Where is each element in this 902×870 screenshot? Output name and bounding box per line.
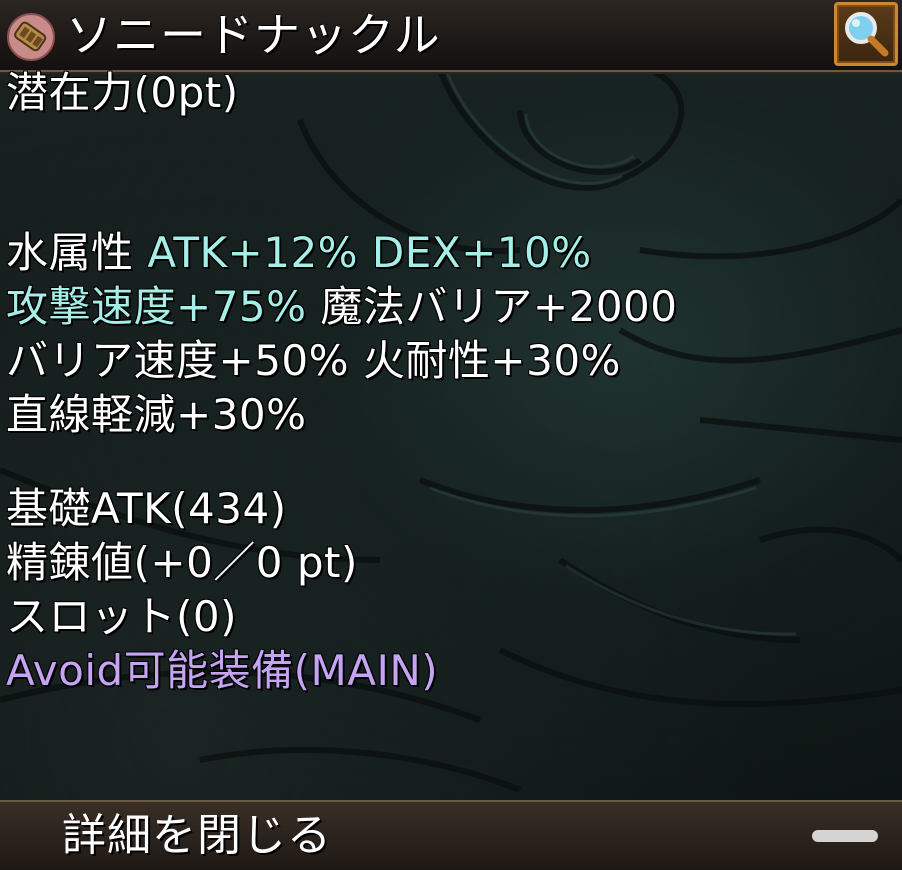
attack-speed: 攻撃速度+75% [6, 282, 307, 331]
knuckle-gauntlet-icon [7, 13, 55, 61]
refine-value: 精錬値(+0／0 pt) [6, 538, 358, 587]
magnifier-icon [845, 12, 889, 57]
item-name: ソニードナックル [66, 8, 441, 62]
element-stats-row: 水属性 ATK+12% DEX+10% [6, 224, 592, 282]
element-label: 水属性 [6, 228, 134, 277]
barrier-resist-row: バリア速度+50% 火耐性+30% [6, 332, 621, 390]
inspect-button[interactable] [834, 2, 898, 66]
close-details-label: 詳細を閉じる [62, 810, 332, 861]
close-details-button[interactable]: 詳細を閉じる [0, 802, 902, 870]
scroll-indicator[interactable] [812, 830, 878, 842]
speed-barrier-row: 攻撃速度+75% 魔法バリア+2000 [6, 278, 678, 336]
magic-barrier: 魔法バリア+2000 [320, 282, 678, 331]
potential-text: 潜在力(0pt) [6, 68, 239, 117]
linear-reduction: 直線軽減+30% [6, 390, 307, 439]
slot-count: スロット(0) [6, 592, 237, 641]
base-atk: 基礎ATK(434) [6, 484, 287, 533]
footer-bar: 詳細を閉じる [0, 800, 902, 870]
fire-resistance: 火耐性+30% [362, 336, 621, 385]
barrier-speed: バリア速度+50% [6, 336, 350, 385]
item-title-bar: ソニードナックル [0, 0, 902, 72]
element-stats: ATK+12% DEX+10% [147, 228, 592, 277]
avoid-equip: Avoid可能装備(MAIN) [6, 646, 439, 695]
